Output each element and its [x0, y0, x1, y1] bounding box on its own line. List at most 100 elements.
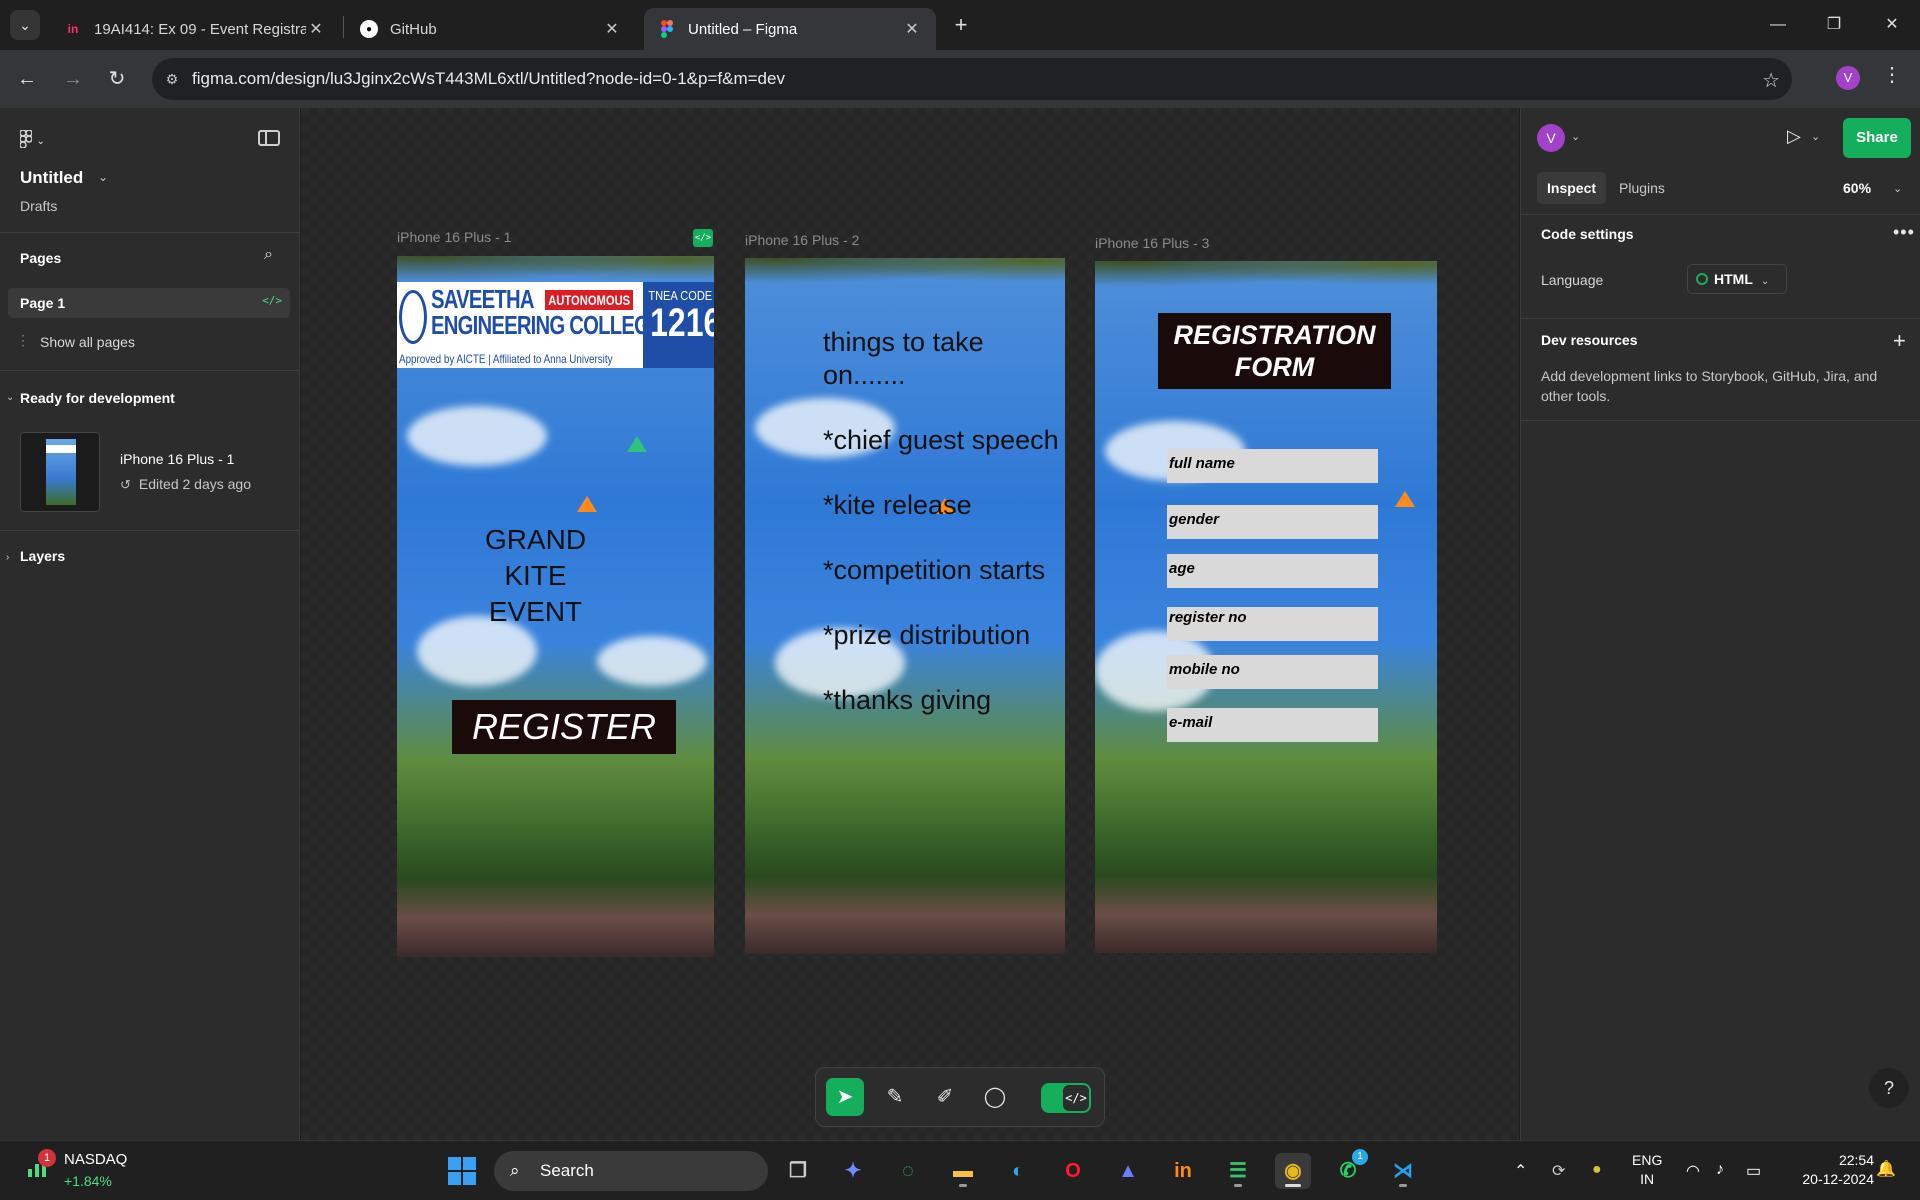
taskbar: 1 NASDAQ +1.84% ⌕ Search ❐ ✦ ◌ ▬ ◐ O ▲ in… [0, 1140, 1920, 1200]
opera-icon[interactable]: O [1055, 1153, 1091, 1189]
invision-app-icon[interactable]: in [1165, 1153, 1201, 1189]
chevron-down-icon[interactable]: ⌄ [1811, 130, 1820, 143]
file-explorer-icon[interactable]: ▬ [945, 1153, 981, 1189]
chevron-right-icon[interactable]: › [6, 552, 9, 563]
page-label: Page 1 [20, 295, 66, 311]
url-text[interactable]: figma.com/design/lu3Jginx2cWsT443ML6xtl/… [192, 69, 785, 89]
show-all-pages-link[interactable]: Show all pages [40, 334, 135, 350]
register-button[interactable]: REGISTER [452, 700, 676, 754]
frame-thumbnail[interactable] [20, 432, 100, 512]
notification-badge: 1 [38, 1149, 56, 1167]
divider [0, 530, 300, 531]
whatsapp-icon[interactable]: ✆ 1 [1330, 1149, 1368, 1189]
wifi-icon[interactable]: ◠ [1686, 1161, 1700, 1181]
tab-figma[interactable]: Untitled – Figma ✕ [644, 8, 936, 50]
comment-tool-icon[interactable]: ◯ [976, 1078, 1014, 1116]
language-indicator[interactable]: ENG IN [1632, 1151, 1662, 1189]
windows-start-icon[interactable] [448, 1157, 476, 1185]
sync-icon[interactable]: ⟳ [1552, 1161, 1565, 1181]
taskbar-search[interactable]: ⌕ Search [494, 1151, 768, 1191]
chevron-down-icon[interactable]: ⌄ [98, 170, 108, 184]
clock[interactable]: 22:54 20-12-2024 [1786, 1151, 1874, 1189]
edge-icon[interactable]: ◐ [1000, 1153, 1036, 1189]
reload-icon[interactable]: ↻ [102, 64, 132, 94]
layers-heading[interactable]: Layers [20, 548, 65, 564]
tab-github[interactable]: ● GitHub ✕ [346, 8, 636, 50]
browser-menu-icon[interactable]: ⋮ [1882, 62, 1902, 87]
email-field[interactable]: e-mail [1167, 708, 1378, 742]
figma-menu-icon[interactable]: ⌄ [19, 129, 45, 153]
bookmark-star-icon[interactable]: ☆ [1762, 68, 1780, 93]
frame-iphone-3[interactable]: REGISTRATION FORM full name gender age r… [1095, 261, 1437, 953]
back-arrow-icon[interactable]: ← [12, 64, 42, 94]
file-location[interactable]: Drafts [20, 198, 57, 214]
profile-avatar[interactable]: V [1836, 66, 1860, 90]
file-title[interactable]: Untitled [20, 168, 83, 188]
chevron-down-icon[interactable]: ⌄ [1571, 130, 1580, 143]
frame-label[interactable]: iPhone 16 Plus - 3 [1095, 235, 1209, 251]
tab-plugins[interactable]: Plugins [1609, 172, 1675, 204]
copilot-icon[interactable]: ✦ [835, 1153, 871, 1189]
present-play-icon[interactable]: ▷ [1787, 126, 1801, 147]
site-info-icon[interactable]: ⚙ [152, 71, 192, 88]
ready-for-development-heading[interactable]: Ready for development [20, 390, 175, 406]
close-icon[interactable]: ✕ [902, 19, 922, 39]
minimize-icon[interactable]: — [1758, 10, 1798, 40]
frame-label[interactable]: iPhone 16 Plus - 1 [397, 229, 511, 245]
tree-foliage [745, 258, 1065, 288]
time: 22:54 [1838, 1152, 1874, 1168]
chevron-up-icon[interactable]: ⌃ [1514, 1161, 1527, 1181]
tray-app-icon[interactable]: ● [1592, 1161, 1602, 1179]
move-tool-icon[interactable]: ➤ [826, 1078, 864, 1116]
chevron-down-icon[interactable]: ⌄ [1893, 182, 1902, 195]
running-indicator [1399, 1184, 1407, 1187]
vscode-icon[interactable]: ⋊ [1385, 1153, 1421, 1189]
divider [1521, 214, 1920, 215]
code-settings-heading: Code settings [1541, 226, 1634, 242]
annotate-tool-icon[interactable]: ✐ [926, 1078, 964, 1116]
user-avatar[interactable]: V [1537, 124, 1565, 152]
frame-label[interactable]: iPhone 16 Plus - 2 [745, 232, 859, 248]
close-window-icon[interactable]: ✕ [1872, 10, 1912, 40]
running-indicator [1285, 1184, 1301, 1187]
tab-inspect[interactable]: Inspect [1537, 172, 1607, 204]
notification-bell-icon[interactable]: 🔔 [1876, 1159, 1896, 1179]
add-icon[interactable]: + [1893, 328, 1906, 354]
register-no-field[interactable]: register no [1167, 607, 1378, 641]
browser-toolbar: ← → ↻ ⚙ figma.com/design/lu3Jginx2cWsT44… [0, 50, 1920, 108]
new-tab-button[interactable]: + [948, 12, 974, 38]
page-item-page-1[interactable]: Page 1 </> [8, 288, 290, 318]
tab-search-button[interactable]: ⌄ [10, 10, 40, 40]
mobile-no-field[interactable]: mobile no [1167, 655, 1378, 689]
search-icon[interactable]: ⌕ [264, 246, 273, 264]
share-button[interactable]: Share [1843, 118, 1911, 158]
full-name-field[interactable]: full name [1167, 449, 1378, 483]
invision-icon: in [67, 22, 79, 36]
task-view-icon[interactable]: ❐ [780, 1153, 816, 1189]
measure-tool-icon[interactable]: ✎ [876, 1078, 914, 1116]
language-select[interactable]: HTML ⌄ [1687, 264, 1787, 294]
forward-arrow-icon[interactable]: → [58, 64, 88, 94]
age-field[interactable]: age [1167, 554, 1378, 588]
gender-field[interactable]: gender [1167, 505, 1378, 539]
chevron-down-icon[interactable]: ⌄ [6, 392, 14, 403]
chrome-icon[interactable]: ◉ [1275, 1153, 1311, 1189]
spotify-icon[interactable]: ☰ [1220, 1153, 1256, 1189]
volume-icon[interactable]: ♪ [1716, 1161, 1724, 1179]
frame-iphone-2[interactable]: things to take on....... *chief guest sp… [745, 258, 1065, 954]
refresh-app-icon[interactable]: ◌ [890, 1153, 926, 1189]
more-options-icon[interactable]: ••• [1893, 222, 1915, 243]
zoom-level[interactable]: 60% [1843, 180, 1871, 196]
close-icon[interactable]: ✕ [602, 19, 622, 39]
close-icon[interactable]: ✕ [306, 19, 326, 39]
android-studio-icon[interactable]: ▲ [1110, 1153, 1146, 1189]
tab-ex09[interactable]: in 19AI414: Ex 09 - Event Registrat ✕ [50, 8, 340, 50]
battery-icon[interactable]: ▭ [1746, 1161, 1761, 1181]
toggle-sidebar-icon[interactable] [258, 130, 280, 146]
ready-item-name[interactable]: iPhone 16 Plus - 1 [120, 451, 234, 467]
frame-iphone-1[interactable]: SAVEETHA ENGINEERING COLLEGE AUTONOMOUS T… [397, 256, 714, 957]
restore-icon[interactable]: ❐ [1814, 10, 1854, 40]
dev-mode-toggle[interactable]: </> [1041, 1083, 1091, 1113]
help-icon[interactable]: ? [1869, 1068, 1909, 1108]
address-bar[interactable]: ⚙ figma.com/design/lu3Jginx2cWsT443ML6xt… [152, 58, 1792, 100]
